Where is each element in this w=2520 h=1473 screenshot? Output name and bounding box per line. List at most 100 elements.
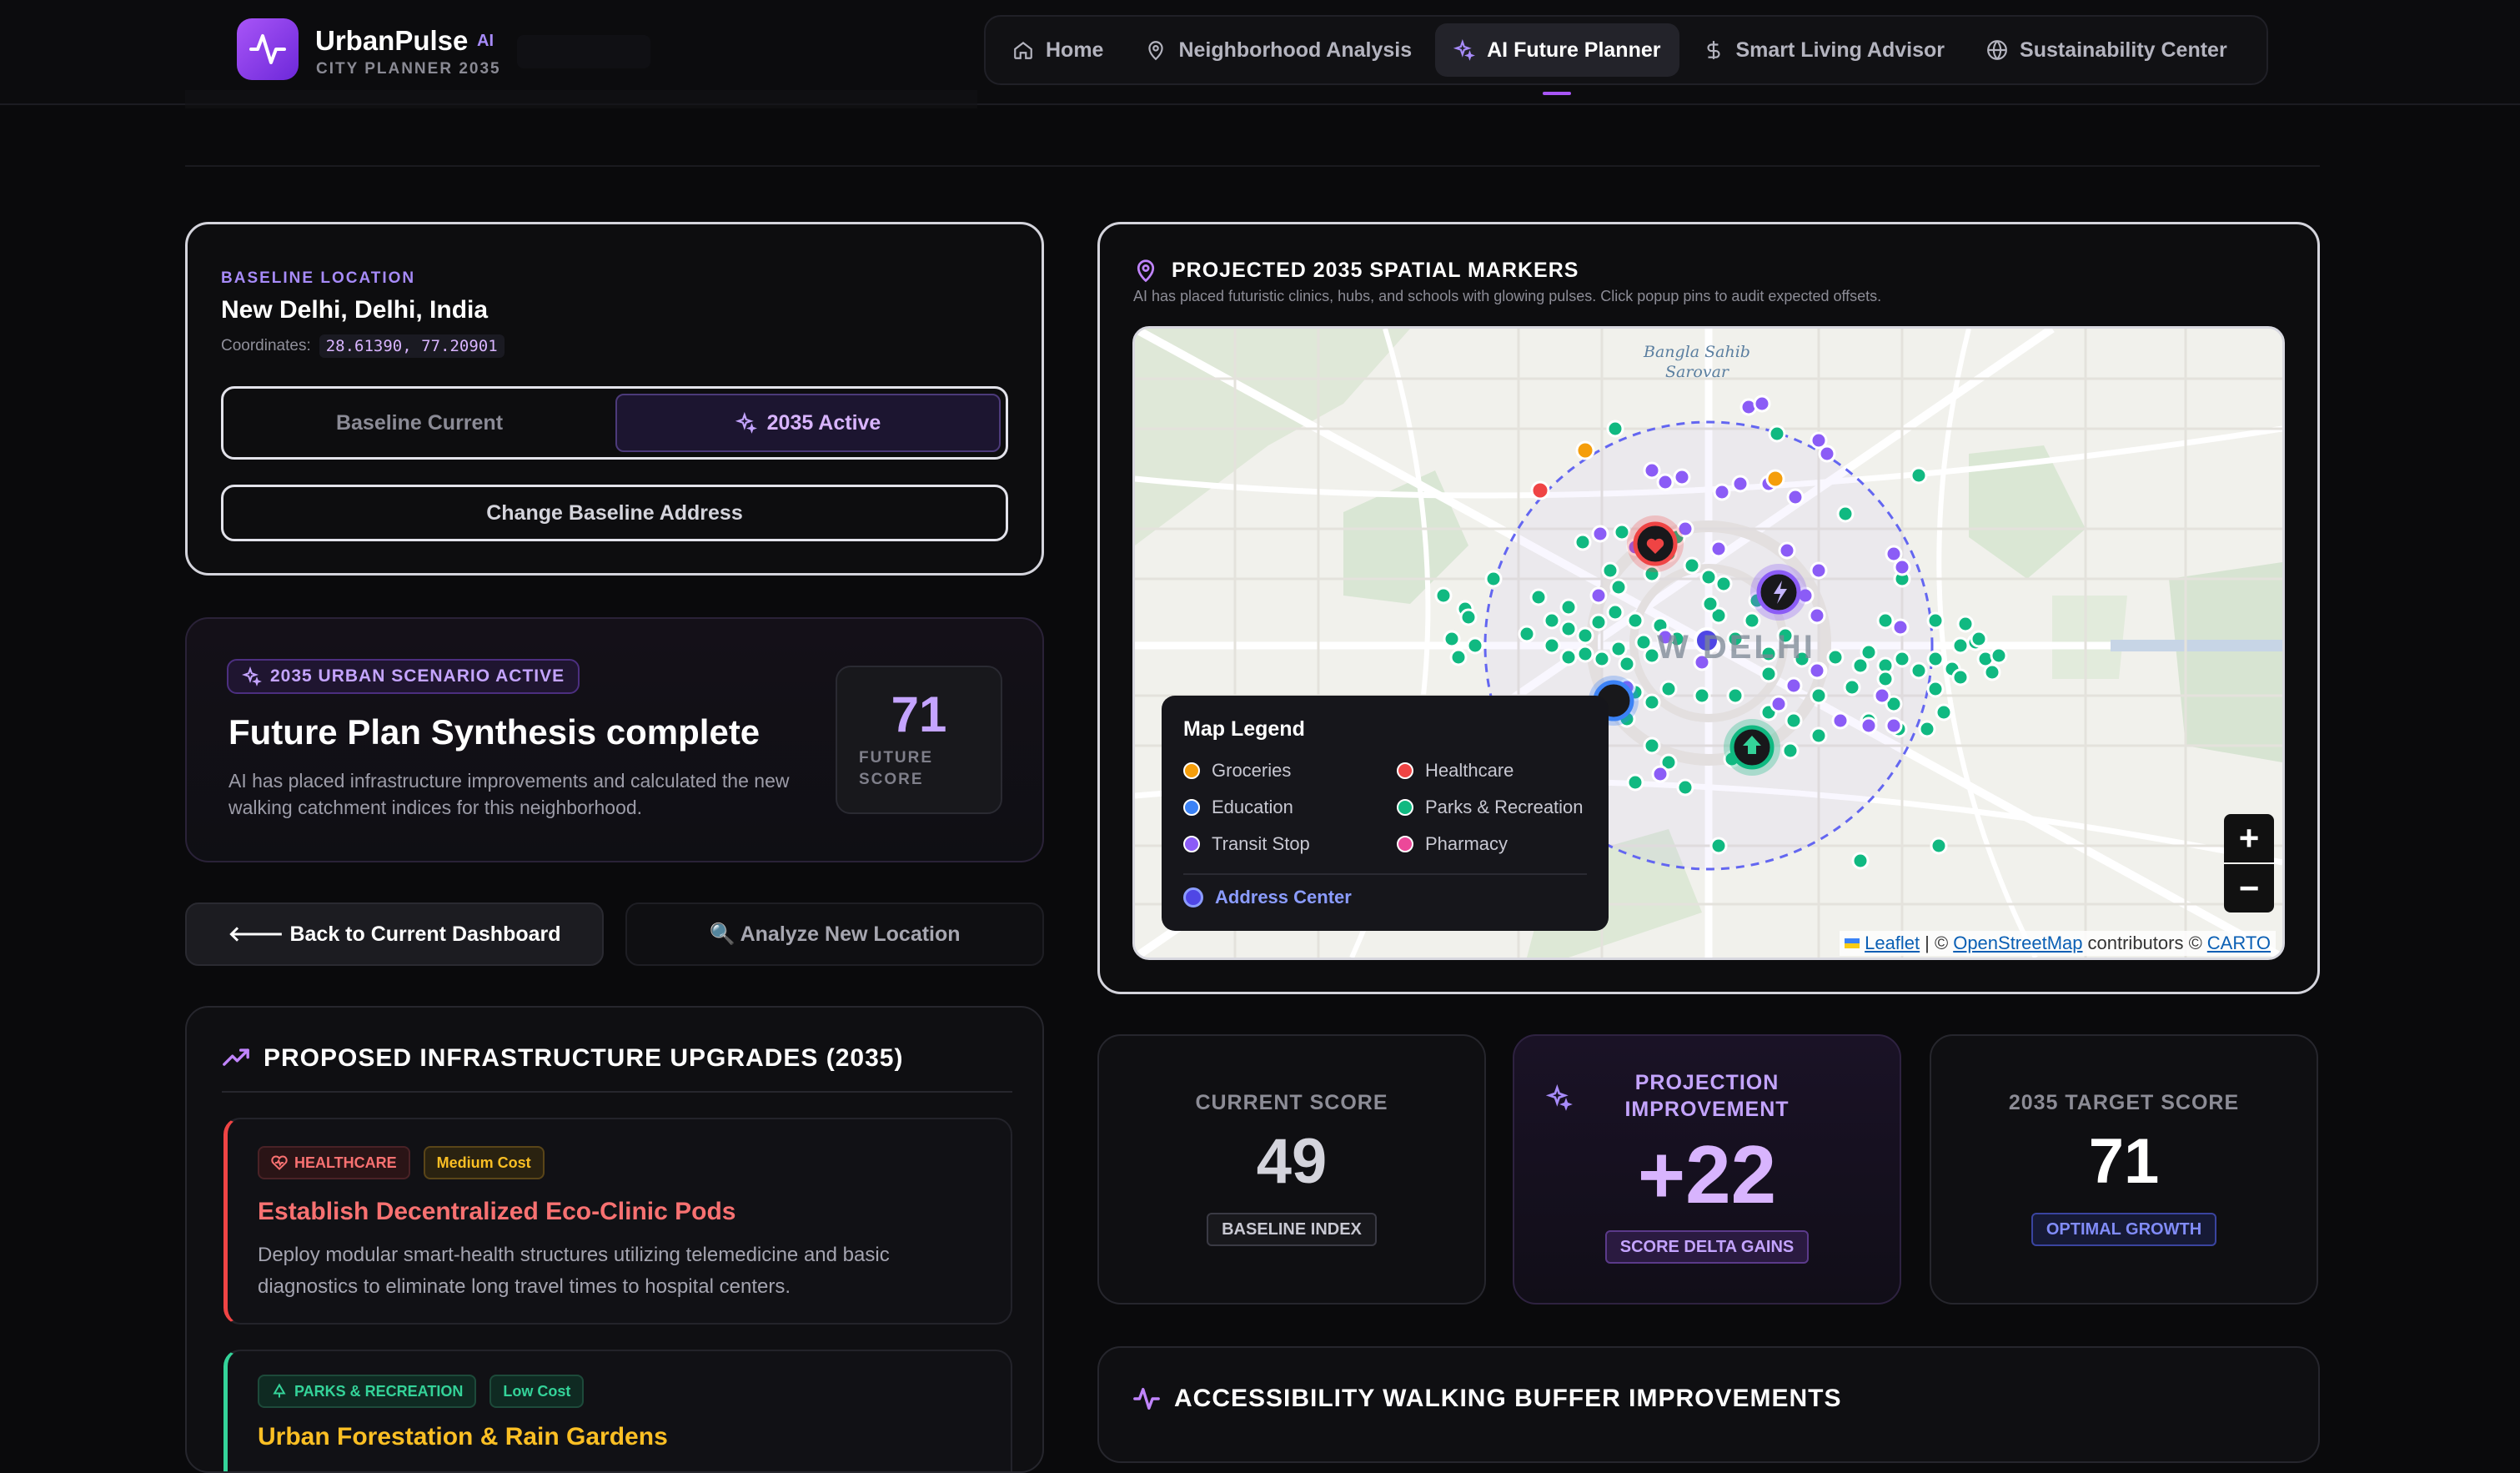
openstreetmap-link[interactable]: OpenStreetMap: [1953, 933, 2082, 954]
sparkles-icon: [1453, 39, 1476, 61]
header-divider: [185, 165, 2320, 167]
nav-ai-future-planner[interactable]: AI Future Planner: [1435, 23, 1679, 95]
pulse-icon: [249, 34, 286, 64]
legend-label: Groceries: [1212, 760, 1292, 781]
legend-label: Parks & Recreation: [1425, 797, 1584, 817]
nav-home[interactable]: Home: [994, 23, 1122, 77]
toggle-2035-label: 2035 Active: [766, 410, 881, 435]
legend-dot: [1397, 799, 1413, 816]
future-score-box: 71 FUTURE SCORE: [836, 666, 1002, 814]
heart-pulse-icon: [271, 1155, 288, 1170]
map-pin-icon: [1137, 259, 1155, 283]
app-ai-badge: AI: [477, 32, 494, 50]
map-attribution: Leaflet | © OpenStreetMap contributors ©…: [1840, 931, 2276, 956]
coordinates-label: Coordinates:: [221, 337, 311, 354]
sparkles-icon: [1546, 1084, 1573, 1111]
nav-smart-living-advisor[interactable]: Smart Living Advisor: [1684, 23, 1964, 77]
back-to-dashboard-button[interactable]: 🡐 Back to Current Dashboard: [185, 902, 604, 966]
legend-dot: [1183, 887, 1203, 907]
legend-item-education: Education: [1183, 797, 1397, 818]
zoom-in-button[interactable]: +: [2224, 814, 2274, 862]
coordinates-row: Coordinates: 28.61390, 77.20901: [221, 334, 1008, 358]
nav-neighborhood-label: Neighborhood Analysis: [1178, 38, 1413, 62]
score-delta-badge: SCORE DELTA GAINS: [1604, 1230, 1810, 1264]
attribution-contributors: contributors ©: [2087, 933, 2202, 953]
baseline-location-eyebrow: BASELINE LOCATION: [221, 269, 416, 287]
app-subtitle: CITY PLANNER 2035: [316, 60, 501, 78]
category-label: PARKS & RECREATION: [294, 1382, 464, 1400]
upgrade-item-healthcare[interactable]: HEALTHCARE Medium Cost Establish Decentr…: [223, 1118, 1012, 1325]
nav-advisor-label: Smart Living Advisor: [1735, 38, 1945, 62]
legend-item-healthcare: Healthcare: [1397, 760, 1610, 782]
zoom-out-label: −: [2238, 868, 2260, 907]
globe-icon: [1987, 40, 2007, 60]
toggle-baseline-current[interactable]: Baseline Current: [228, 394, 610, 452]
zoom-out-button[interactable]: −: [2224, 864, 2274, 912]
carto-link[interactable]: CARTO: [2207, 933, 2271, 954]
analyze-new-location-button[interactable]: 🔍 Analyze New Location: [625, 902, 1044, 966]
legend-item-pharmacy: Pharmacy: [1397, 833, 1610, 855]
legend-dot: [1183, 799, 1200, 816]
projection-label: PROJECTION IMPROVEMENT: [1624, 1071, 1790, 1121]
leaflet-link[interactable]: Leaflet: [1865, 933, 1920, 954]
projection-improvement-card: PROJECTION IMPROVEMENT +22 SCORE DELTA G…: [1513, 1034, 1901, 1305]
target-score-label: 2035 TARGET SCORE: [2008, 1091, 2240, 1114]
location-name: New Delhi, Delhi, India: [221, 296, 489, 324]
app-logo[interactable]: [237, 18, 299, 80]
toggle-baseline-label: Baseline Current: [335, 410, 504, 435]
upgrades-title-divider: [222, 1091, 1012, 1093]
nav-neighborhood-analysis[interactable]: Neighborhood Analysis: [1127, 23, 1430, 77]
infrastructure-upgrades-card: PROPOSED INFRASTRUCTURE UPGRADES (2035) …: [185, 1006, 1044, 1473]
legend-item-address-center: Address Center: [1183, 887, 1587, 908]
legend-dot: [1397, 762, 1413, 779]
legend-dot: [1183, 836, 1200, 852]
baseline-index-badge: BASELINE INDEX: [1207, 1213, 1377, 1246]
future-score-label: FUTURE SCORE: [859, 749, 934, 788]
legend-dot: [1397, 836, 1413, 852]
walking-buffer-card: ACCESSIBILITY WALKING BUFFER IMPROVEMENT…: [1097, 1346, 2320, 1463]
map-pin-icon: [1148, 41, 1164, 61]
map-place-label-line-2: Sarovar: [1664, 363, 1729, 381]
dollar-icon: [1706, 41, 1720, 59]
map-view[interactable]: Bangla Sahib Sarovar W DELHI Map Legend …: [1132, 326, 2285, 960]
trending-up-icon: [223, 1048, 249, 1066]
coordinates-value: 28.61390, 77.20901: [319, 334, 505, 358]
zoom-in-label: +: [2238, 818, 2260, 857]
scenario-description: AI has placed infrastructure improvement…: [228, 770, 790, 818]
legend-label: Transit Stop: [1212, 833, 1310, 854]
legend-divider: [1183, 873, 1587, 875]
target-score-value: 71: [2088, 1126, 2160, 1197]
home-icon: [1014, 41, 1032, 59]
current-score-label: CURRENT SCORE: [1195, 1091, 1388, 1114]
cost-tag: Medium Cost: [423, 1146, 545, 1179]
legend-dot: [1183, 762, 1200, 779]
map-legend: Map Legend Groceries Healthcare Educatio…: [1162, 696, 1609, 931]
cost-label: Medium Cost: [436, 1154, 531, 1171]
sparkles-icon: [242, 666, 262, 686]
current-score-value: 49: [1256, 1126, 1328, 1197]
map-place-label-line-1: Bangla Sahib: [1644, 343, 1750, 361]
upgrade-title: Establish Decentralized Eco-Clinic Pods: [258, 1198, 736, 1225]
sparkles-icon: [735, 412, 757, 434]
legend-item-transit: Transit Stop: [1183, 833, 1397, 855]
category-tag: HEALTHCARE: [258, 1146, 410, 1179]
legend-grid: Groceries Healthcare Education Parks & R…: [1183, 760, 1587, 855]
attribution-separator: | ©: [1925, 933, 1949, 953]
scenario-active-pill: 2035 URBAN SCENARIO ACTIVE: [227, 659, 580, 694]
toggle-2035-active[interactable]: 2035 Active: [615, 394, 1001, 452]
main-nav: Home Neighborhood Analysis AI Future Pla…: [984, 15, 2268, 95]
map-subtitle: AI has placed futuristic clinics, hubs, …: [1133, 288, 1882, 304]
upgrades-section-title: PROPOSED INFRASTRUCTURE UPGRADES (2035): [222, 1044, 903, 1073]
back-button-label: 🡐 Back to Current Dashboard: [228, 923, 561, 946]
legend-label: Pharmacy: [1425, 833, 1508, 854]
projection-value: +22: [1637, 1129, 1777, 1220]
upgrade-item-parks[interactable]: PARKS & RECREATION Low Cost Urban Forest…: [223, 1350, 1012, 1471]
future-score-value: 71: [891, 686, 947, 742]
obscured-page-title: [517, 35, 650, 68]
obscured-page-subtitle: [185, 90, 977, 108]
map-city-label: W DELHI: [1657, 629, 1815, 666]
nav-sustainability-center[interactable]: Sustainability Center: [1968, 23, 2246, 77]
change-baseline-address-button[interactable]: Change Baseline Address: [221, 485, 1008, 541]
walking-section-title: ACCESSIBILITY WALKING BUFFER IMPROVEMENT…: [1132, 1385, 1841, 1413]
target-score-card: 2035 TARGET SCORE 71 OPTIMAL GROWTH: [1930, 1034, 2318, 1305]
